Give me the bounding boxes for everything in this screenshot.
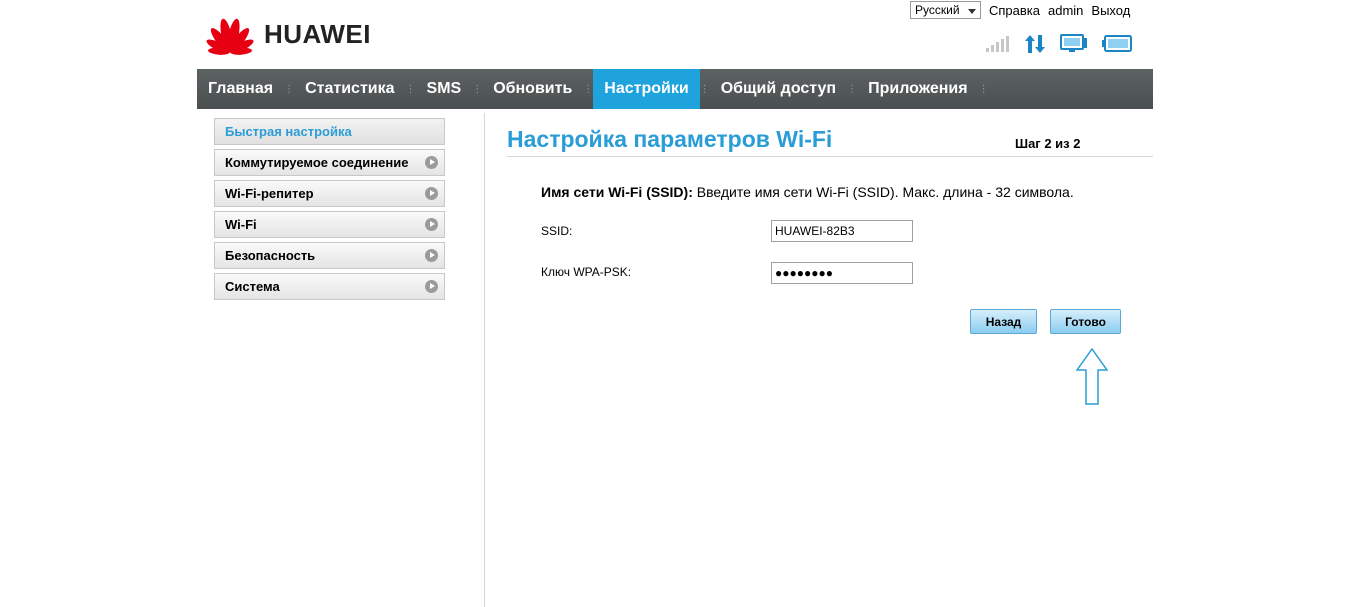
arrow-up-icon <box>1075 347 1109 411</box>
user-name: admin <box>1048 2 1084 18</box>
logout-link[interactable]: Выход <box>1091 3 1130 18</box>
sidebar-item-label: Быстрая настройка <box>225 124 352 139</box>
sidebar-item-system[interactable]: Система <box>214 273 445 300</box>
ssid-value: HUAWEI-82B3 <box>775 224 855 238</box>
data-transfer-icon <box>1024 34 1046 54</box>
top-bar: Русский Справка admin Выход <box>910 1 1130 19</box>
language-select[interactable]: Русский <box>910 1 981 19</box>
signal-icon <box>986 36 1010 52</box>
chevron-right-icon <box>425 280 438 293</box>
chevron-right-icon <box>425 249 438 262</box>
ssid-description: Имя сети Wi-Fi (SSID): Введите имя сети … <box>541 184 1074 200</box>
huawei-logo: HUAWEI <box>202 12 382 56</box>
wpa-psk-label: Ключ WPA-PSK: <box>541 265 632 279</box>
huawei-petal-icon <box>206 18 254 55</box>
back-button[interactable]: Назад <box>970 309 1037 334</box>
ssid-description-label: Имя сети Wi-Fi (SSID): <box>541 184 693 200</box>
brand-name: HUAWEI <box>264 18 371 49</box>
done-button[interactable]: Готово <box>1050 309 1121 334</box>
ssid-input[interactable]: HUAWEI-82B3 <box>771 220 913 242</box>
wpa-psk-input[interactable]: ●●●●●●●● <box>771 262 913 284</box>
nav-separator: ⋮ <box>472 83 483 95</box>
nav-separator: ⋮ <box>847 83 858 95</box>
sidebar-item-label: Безопасность <box>225 248 316 263</box>
sidebar-item-label: Wi-Fi <box>225 217 257 232</box>
chevron-right-icon <box>425 218 438 231</box>
nav-separator: ⋮ <box>699 83 710 95</box>
sidebar-item-label: Система <box>225 279 280 294</box>
ssid-label: SSID: <box>541 224 573 238</box>
chevron-right-icon <box>425 187 438 200</box>
sidebar-item-quick-setup[interactable]: Быстрая настройка <box>214 118 445 145</box>
sidebar-item-security[interactable]: Безопасность <box>214 242 445 269</box>
chevron-down-icon <box>968 8 976 14</box>
title-divider <box>507 156 1153 157</box>
wpa-psk-value: ●●●●●●●● <box>775 266 833 280</box>
sidebar-item-wifi[interactable]: Wi-Fi <box>214 211 445 238</box>
nav-home[interactable]: Главная <box>197 69 284 109</box>
sidebar-item-dialup[interactable]: Коммутируемое соединение <box>214 149 445 176</box>
battery-icon <box>1102 35 1132 53</box>
chevron-right-icon <box>425 156 438 169</box>
nav-separator: ⋮ <box>284 83 295 95</box>
nav-separator: ⋮ <box>583 83 594 95</box>
nav-settings[interactable]: Настройки <box>593 69 700 109</box>
nav-sharing[interactable]: Общий доступ <box>710 69 847 109</box>
nav-update[interactable]: Обновить <box>482 69 583 109</box>
nav-sms[interactable]: SMS <box>416 69 473 109</box>
monitor-icon <box>1060 34 1088 54</box>
sidebar-item-wifi-repeater[interactable]: Wi-Fi-репитер <box>214 180 445 207</box>
ssid-description-text: Введите имя сети Wi-Fi (SSID). Макс. дли… <box>692 184 1074 200</box>
sidebar-item-label: Wi-Fi-репитер <box>225 186 314 201</box>
nav-applications[interactable]: Приложения <box>857 69 979 109</box>
sidebar-item-label: Коммутируемое соединение <box>225 155 409 170</box>
sidebar: Быстрая настройка Коммутируемое соединен… <box>214 118 445 304</box>
page-title: Настройка параметров Wi-Fi <box>507 126 833 152</box>
main-nav: Главная ⋮ Статистика ⋮ SMS ⋮ Обновить ⋮ … <box>197 69 1153 109</box>
step-indicator: Шаг 2 из 2 <box>1015 136 1081 151</box>
content-divider <box>484 113 485 607</box>
nav-separator: ⋮ <box>405 83 416 95</box>
nav-statistics[interactable]: Статистика <box>294 69 405 109</box>
nav-separator: ⋮ <box>978 83 989 95</box>
status-icons <box>986 34 1146 54</box>
help-link[interactable]: Справка <box>989 3 1040 18</box>
language-value: Русский <box>915 3 960 17</box>
